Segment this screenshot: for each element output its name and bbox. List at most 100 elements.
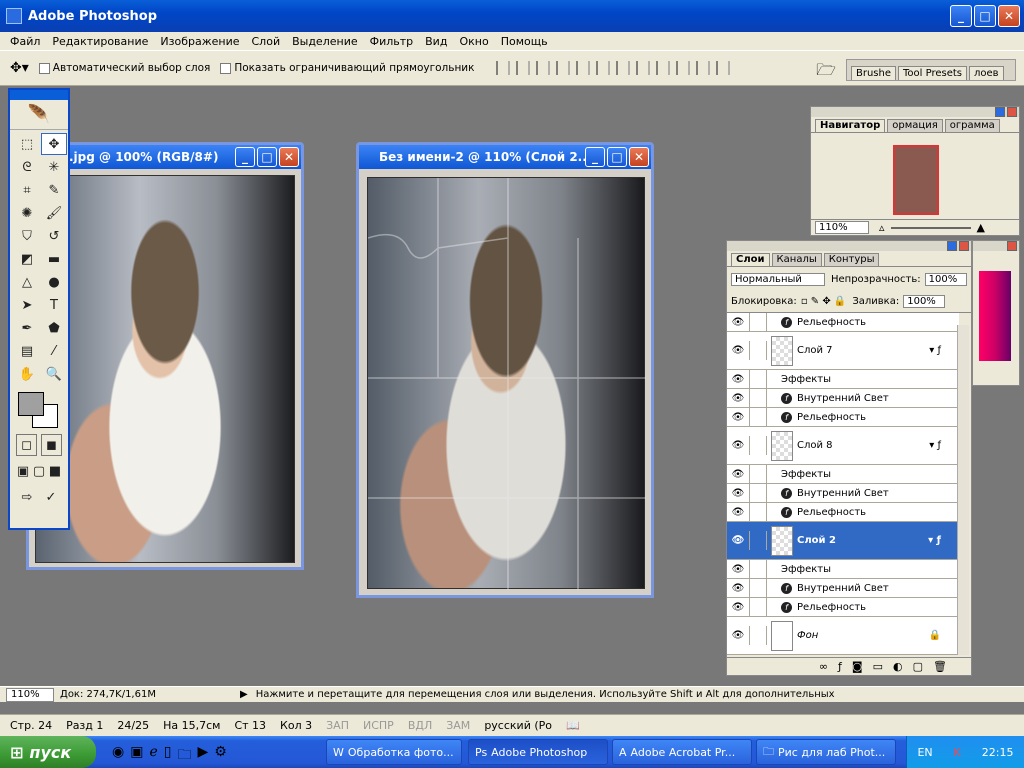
auto-select-checkbox[interactable]: Автоматический выбор слоя [38,62,210,74]
slice-tool-icon[interactable]: ✎ [41,179,67,201]
distribute-bottom-icon[interactable] [656,61,671,75]
tab-layers[interactable]: Слои [731,253,770,266]
standard-mode-icon[interactable]: ◻ [16,434,37,456]
tab-info[interactable]: ормация [887,119,943,132]
document-window-2[interactable]: Без имени-2 @ 110% (Слой 2... _ □ ✕ [356,142,654,598]
screen-mode-full-icon[interactable]: ■ [48,460,62,482]
visibility-eye-icon[interactable]: 👁 [727,630,749,641]
layer-row[interactable]: 👁 Фон 🔒 [727,617,959,655]
distribute-top-icon[interactable] [616,61,631,75]
document-2-canvas[interactable] [367,177,646,590]
jump-to-imageready-icon[interactable]: ⇨ [16,486,38,508]
move-tool-icon[interactable]: ✥ [41,133,67,155]
word-mode-ovr[interactable]: ЗАМ [446,719,470,732]
history-brush-tool-icon[interactable]: ↺ [41,225,67,247]
minimize-button[interactable]: _ [950,5,972,27]
commit-icon[interactable]: ✓ [40,486,62,508]
clone-stamp-tool-icon[interactable]: ⛉ [14,225,40,247]
quick-mask-mode-icon[interactable]: ◼ [41,434,62,456]
tab-paths[interactable]: Контуры [823,253,880,266]
show-bbox-checkbox[interactable]: Показать ограничивающий прямоугольник [220,62,474,74]
eyedropper-tool-icon[interactable]: ⁄ [41,340,67,362]
layers-minimize-icon[interactable] [947,241,957,251]
lasso-tool-icon[interactable]: ᘓ [14,156,40,178]
menu-window[interactable]: Окно [453,35,494,48]
lock-icons[interactable]: ▫ ✎ ✥ 🔒 [801,296,847,307]
effect-row[interactable]: 👁 f Внутренний Свет [727,483,959,503]
layer-link-slot[interactable] [749,483,767,503]
layer-effects-toggle-icon[interactable]: ▾ ƒ [929,345,941,356]
pen-tool-icon[interactable]: ✒ [14,317,40,339]
layer-link-slot[interactable] [749,578,767,598]
doc2-maximize-button[interactable]: □ [607,147,627,167]
align-right-icon[interactable] [596,61,611,75]
word-mode-ext[interactable]: ВДЛ [408,719,432,732]
doc1-maximize-button[interactable]: □ [257,147,277,167]
visibility-eye-icon[interactable]: 👁 [727,374,749,385]
menu-image[interactable]: Изображение [154,35,245,48]
navigator-close-icon[interactable] [1007,107,1017,117]
visibility-eye-icon[interactable]: 👁 [727,412,749,423]
maximize-button[interactable]: □ [974,5,996,27]
layer-link-slot[interactable] [749,597,767,617]
notes-tool-icon[interactable]: ▤ [14,340,40,362]
tab-navigator[interactable]: Навигатор [815,119,886,132]
layer-thumbnail[interactable] [771,335,793,366]
layer-link-slot[interactable] [749,436,767,455]
gear-icon[interactable]: ⚙ [214,744,227,768]
visibility-eye-icon[interactable]: 👁 [727,535,749,546]
link-layers-icon[interactable]: ∞ [819,660,828,673]
healing-brush-tool-icon[interactable]: ✺ [14,202,40,224]
layer-link-slot[interactable] [749,502,767,522]
visibility-eye-icon[interactable]: 👁 [727,440,749,451]
effect-row[interactable]: 👁 f Внутренний Свет [727,388,959,408]
zoom-out-icon[interactable]: ▵ [879,221,885,234]
distribute-left-icon[interactable] [676,61,691,75]
doc2-minimize-button[interactable]: _ [585,147,605,167]
close-button[interactable]: ✕ [998,5,1020,27]
distribute-hcenter-icon[interactable] [696,61,711,75]
visibility-eye-icon[interactable]: 👁 [727,583,749,594]
menu-view[interactable]: Вид [419,35,453,48]
doc1-close-button[interactable]: ✕ [279,147,299,167]
spellcheck-icon[interactable]: 📖 [566,719,580,732]
language-indicator[interactable]: EN [917,746,932,759]
layer-link-slot[interactable] [749,369,767,389]
taskbar-item-acrobat[interactable]: A Adobe Acrobat Pr... [612,739,752,765]
tab-channels[interactable]: Каналы [771,253,822,266]
file-browser-icon[interactable]: 🗁 [816,59,836,86]
type-tool-icon[interactable]: T [41,294,67,316]
gradient-tool-icon[interactable]: ▬ [41,248,67,270]
layers-scrollbar[interactable] [957,325,969,655]
screen-mode-standard-icon[interactable]: ▣ [16,460,30,482]
visibility-eye-icon[interactable]: 👁 [727,345,749,356]
effect-row[interactable]: 👁 f Рельефность [727,313,959,332]
menu-edit[interactable]: Редактирование [46,35,154,48]
opacity-input[interactable]: 100% [924,272,967,286]
hand-tool-icon[interactable]: ✋ [14,363,40,385]
layer-effects-toggle-icon[interactable]: ▾ ƒ [929,440,941,451]
word-mode-rec[interactable]: ЗАП [326,719,349,732]
layer-link-slot[interactable] [749,407,767,427]
effect-row[interactable]: 👁 f Рельефность [727,407,959,427]
layer-link-slot[interactable] [749,559,767,579]
dodge-tool-icon[interactable]: ● [41,271,67,293]
brush-tool-icon[interactable]: 🖌 [41,202,67,224]
align-vcenter-icon[interactable] [516,61,531,75]
layer-effects-toggle-icon[interactable]: ▾ ƒ [928,535,941,546]
layer-style-icon[interactable]: ƒ [838,660,842,673]
taskbar-item-photoshop[interactable]: Ps Adobe Photoshop [468,739,608,765]
desktop-icon[interactable]: ▯ [164,744,172,768]
navigator-header[interactable] [811,107,1019,117]
layer-thumbnail[interactable] [771,525,793,556]
visibility-eye-icon[interactable]: 👁 [727,393,749,404]
marquee-tool-icon[interactable]: ⬚ [14,133,40,155]
visibility-eye-icon[interactable]: 👁 [727,469,749,480]
adobe-feather-icon[interactable]: 🪶 [10,100,68,130]
status-play-icon[interactable]: ▶ [240,689,248,700]
path-selection-tool-icon[interactable]: ➤ [14,294,40,316]
layer-row[interactable]: 👁 Слой 2 ▾ ƒ [727,522,959,560]
adjustment-layer-icon[interactable]: ◐ [893,660,903,673]
fill-input[interactable]: 100% [903,295,946,308]
navigator-minimize-icon[interactable] [995,107,1005,117]
